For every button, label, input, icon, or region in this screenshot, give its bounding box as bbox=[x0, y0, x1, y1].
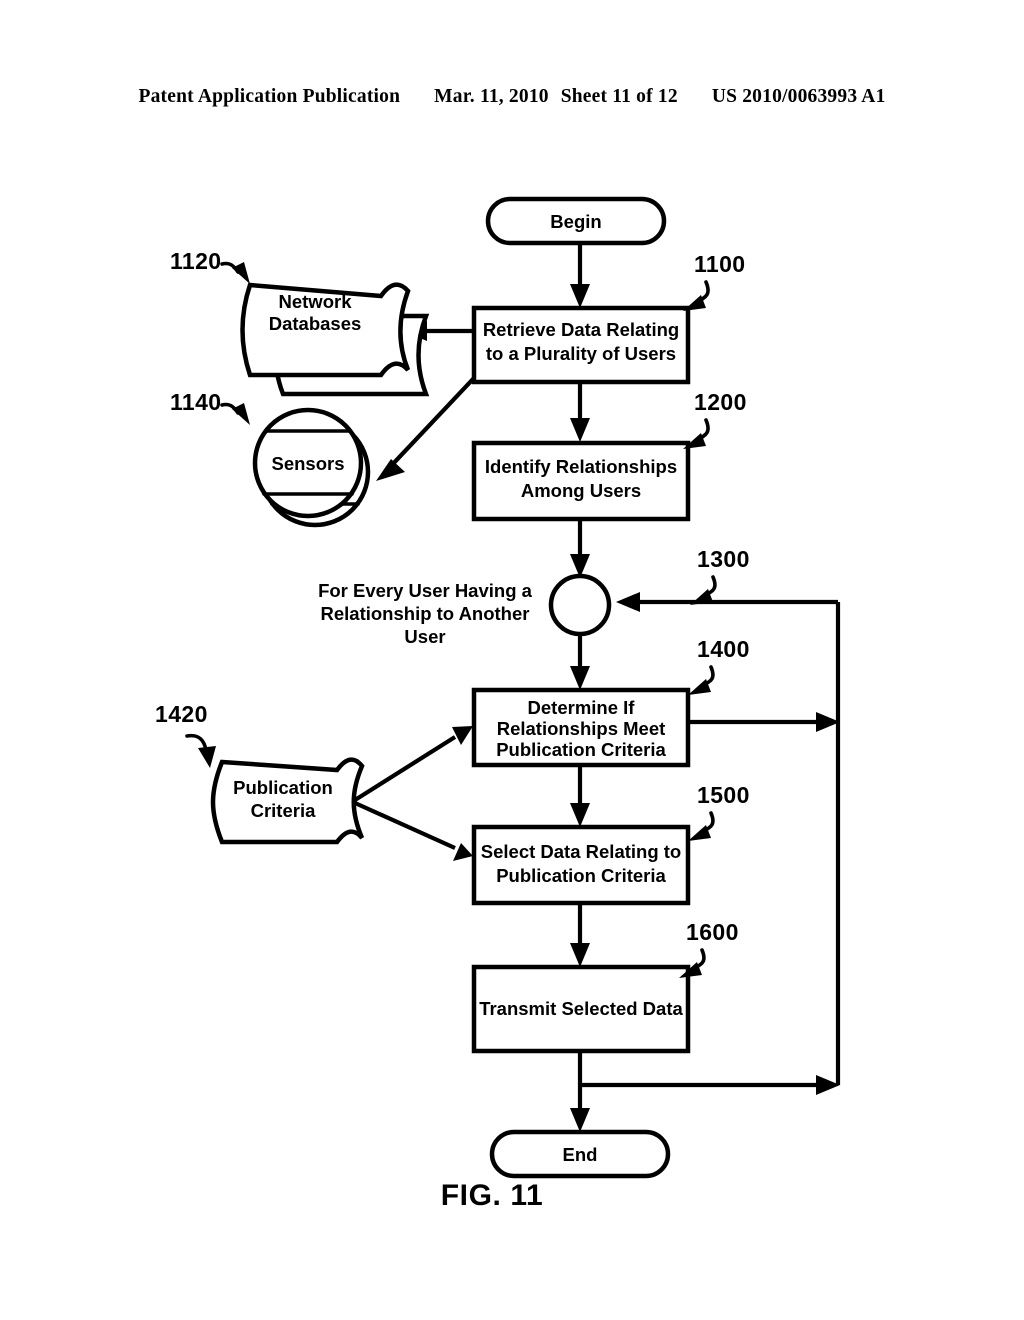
node-network-databases-label-line2: Databases bbox=[269, 313, 362, 334]
ref-1300: 1300 bbox=[690, 546, 750, 605]
ref-1400: 1400 bbox=[688, 636, 750, 695]
loop-label-line2: Relationship to Another bbox=[321, 603, 530, 624]
node-sensors-label: Sensors bbox=[271, 453, 344, 474]
patent-figure-page: Patent Application Publication Mar. 11, 2… bbox=[0, 0, 1024, 1320]
node-select-data[interactable]: Select Data Relating to Publication Crit… bbox=[471, 824, 691, 906]
node-sensors[interactable]: Sensors bbox=[252, 407, 371, 528]
node-network-databases-label-line1: Network bbox=[279, 291, 353, 312]
node-determine-label-line3: Publication Criteria bbox=[496, 739, 666, 760]
node-identify-label-line1: Identify Relationships bbox=[485, 456, 677, 477]
node-end-label: End bbox=[563, 1144, 598, 1165]
ref-1120: 1120 bbox=[170, 248, 250, 284]
node-loop-connector[interactable] bbox=[548, 573, 612, 637]
node-publication-criteria-label-line1: Publication bbox=[233, 777, 333, 798]
node-retrieve-data-label-line1: Retrieve Data Relating bbox=[483, 319, 679, 340]
node-identify-relationships[interactable]: Identify Relationships Among Users bbox=[471, 440, 691, 522]
connector-transmit-to-end bbox=[570, 1051, 590, 1132]
loop-label-line3: User bbox=[404, 626, 445, 647]
node-transmit-label: Transmit Selected Data bbox=[479, 998, 683, 1019]
figure-caption: FIG. 11 bbox=[441, 1179, 544, 1212]
ref-1400-number: 1400 bbox=[697, 636, 750, 662]
ref-1100: 1100 bbox=[683, 251, 746, 311]
node-select-label-line2: Publication Criteria bbox=[496, 865, 666, 886]
loop-connector-caption: For Every User Having a Relationship to … bbox=[318, 580, 533, 647]
node-begin[interactable]: Begin bbox=[485, 196, 667, 246]
connector-criteria-to-select bbox=[354, 801, 473, 861]
loop-label-line1: For Every User Having a bbox=[318, 580, 533, 601]
ref-1120-number: 1120 bbox=[170, 248, 222, 274]
connector-begin-to-retrieve bbox=[570, 243, 590, 308]
node-network-databases[interactable]: Network Databases bbox=[240, 282, 430, 397]
node-retrieve-data-label-line2: to a Plurality of Users bbox=[486, 343, 676, 364]
ref-1500: 1500 bbox=[688, 782, 750, 841]
node-transmit-data[interactable]: Transmit Selected Data bbox=[471, 964, 691, 1054]
connector-determine-to-rail bbox=[688, 712, 840, 732]
ref-1600-number: 1600 bbox=[686, 919, 739, 945]
node-select-label-line1: Select Data Relating to bbox=[481, 841, 681, 862]
node-publication-criteria[interactable]: Publication Criteria bbox=[210, 757, 365, 845]
ref-1500-number: 1500 bbox=[697, 782, 750, 808]
node-retrieve-data[interactable]: Retrieve Data Relating to a Plurality of… bbox=[471, 305, 691, 385]
ref-1200: 1200 bbox=[683, 389, 747, 449]
ref-1420-number: 1420 bbox=[155, 701, 208, 727]
connector-retrieve-to-identify bbox=[570, 382, 590, 442]
connector-identify-to-loop bbox=[570, 519, 590, 578]
ref-1420: 1420 bbox=[155, 701, 216, 768]
node-end[interactable]: End bbox=[489, 1129, 671, 1179]
ref-1100-number: 1100 bbox=[694, 251, 746, 277]
ref-1200-number: 1200 bbox=[694, 389, 747, 415]
connector-determine-to-select bbox=[570, 765, 590, 827]
connector-loop-to-determine bbox=[570, 636, 590, 690]
node-determine-criteria[interactable]: Determine If Relationships Meet Publicat… bbox=[471, 687, 691, 768]
ref-1140-number: 1140 bbox=[170, 389, 222, 415]
connector-select-to-transmit bbox=[570, 903, 590, 967]
node-determine-label-line1: Determine If bbox=[528, 697, 636, 718]
flowchart-figure: Begin Network Databases Sensors Retrieve… bbox=[155, 196, 841, 1212]
node-begin-label: Begin bbox=[550, 211, 601, 232]
ref-1140: 1140 bbox=[170, 389, 250, 425]
node-publication-criteria-label-line2: Criteria bbox=[251, 800, 316, 821]
connector-transmit-to-rail bbox=[580, 1075, 840, 1095]
ref-1300-number: 1300 bbox=[697, 546, 750, 572]
node-identify-label-line2: Among Users bbox=[521, 480, 641, 501]
node-determine-label-line2: Relationships Meet bbox=[497, 718, 666, 739]
connector-criteria-to-determine bbox=[353, 726, 473, 802]
